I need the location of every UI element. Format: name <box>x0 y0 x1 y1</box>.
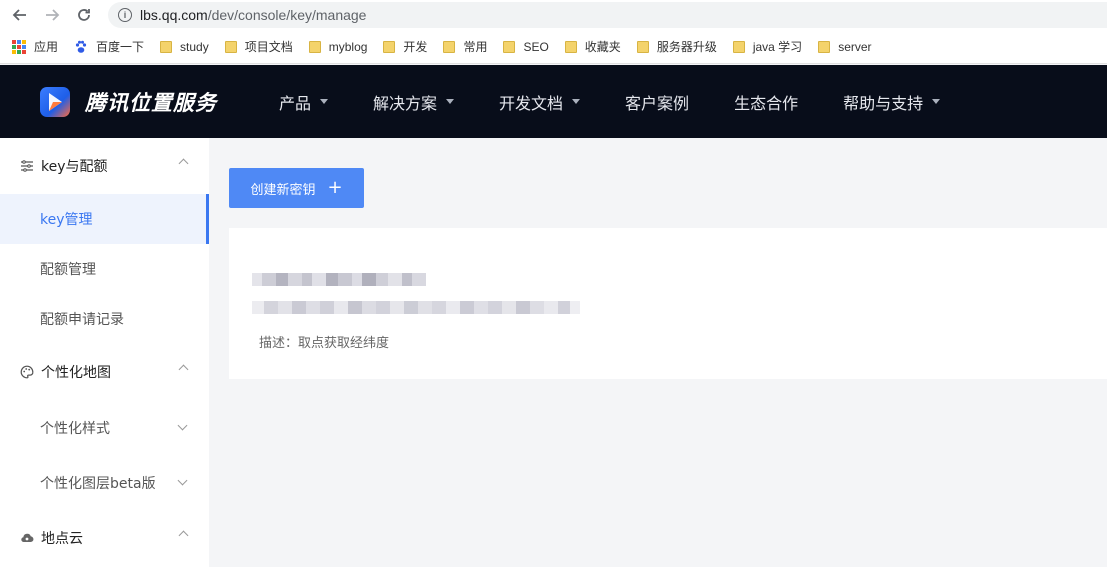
brand-logo[interactable]: 腾讯位置服务 <box>40 86 217 117</box>
key-description: 描述：取点获取经纬度 <box>259 336 390 351</box>
forward-button[interactable] <box>40 3 64 27</box>
palette-icon <box>20 365 34 379</box>
sidebar-group-custom-map[interactable]: 个性化地图 <box>0 344 209 400</box>
bookmarks-bar: 应用 百度一下 study 项目文档 myblog 开发 常用 SEO 收藏夹 … <box>0 30 1107 64</box>
chevron-up-icon <box>178 364 189 375</box>
chevron-up-icon <box>178 158 189 169</box>
bookmark-common[interactable]: 常用 <box>443 38 487 55</box>
blurred-key-value <box>252 301 580 314</box>
chevron-down-icon <box>177 475 188 486</box>
folder-icon <box>732 40 745 53</box>
folder-icon <box>308 40 321 53</box>
folder-icon <box>564 40 577 53</box>
brand-name: 腾讯位置服务 <box>85 90 217 115</box>
bookmark-java[interactable]: java 学习 <box>732 38 802 55</box>
nav-solutions[interactable]: 解决方案 <box>373 65 455 138</box>
bookmark-seo[interactable]: SEO <box>503 40 549 54</box>
chevron-down-icon <box>177 420 188 431</box>
key-card: 描述：取点获取经纬度 <box>229 228 1107 379</box>
caret-down-icon <box>572 99 581 104</box>
arrow-left-icon <box>12 9 26 21</box>
sidebar-item-quota-apply-records[interactable]: 配额申请记录 <box>0 294 209 344</box>
bookmark-project-docs[interactable]: 项目文档 <box>224 38 293 55</box>
folder-icon <box>443 40 456 53</box>
folder-icon <box>818 40 831 53</box>
sidebar-group-place-cloud[interactable]: 地点云 <box>0 510 209 566</box>
nav-dev-docs[interactable]: 开发文档 <box>499 65 581 138</box>
bookmark-study[interactable]: study <box>160 40 209 54</box>
folder-icon <box>636 40 649 53</box>
top-nav: 产品 解决方案 开发文档 客户案例 生态合作 帮助与支持 <box>279 65 985 138</box>
bookmark-dev[interactable]: 开发 <box>383 38 427 55</box>
folder-icon <box>224 40 237 53</box>
apps-grid-icon <box>12 39 26 54</box>
url-field[interactable]: i lbs.qq.com/dev/console/key/manage <box>108 2 1107 28</box>
sidebar-item-custom-layer[interactable]: 个性化图层beta版 <box>0 455 209 510</box>
nav-ecosystem[interactable]: 生态合作 <box>734 65 798 138</box>
site-header: 腾讯位置服务 产品 解决方案 开发文档 客户案例 生态合作 帮助与支持 <box>0 65 1107 138</box>
sidebar-item-key-manage[interactable]: key管理 <box>0 194 209 244</box>
create-key-button[interactable]: 创建新密钥 + <box>229 168 364 208</box>
folder-icon <box>503 40 516 53</box>
cloud-icon <box>20 531 34 545</box>
nav-customer-cases[interactable]: 客户案例 <box>625 65 689 138</box>
info-icon[interactable]: i <box>118 8 132 22</box>
back-button[interactable] <box>8 3 32 27</box>
baidu-icon <box>75 40 87 53</box>
bookmark-server[interactable]: server <box>818 40 872 54</box>
sidebar-group-key-quota[interactable]: key与配额 <box>0 138 209 194</box>
caret-down-icon <box>446 99 455 104</box>
url-host: lbs.qq.com <box>140 7 208 23</box>
browser-address-bar: i lbs.qq.com/dev/console/key/manage <box>0 0 1107 30</box>
plus-icon: + <box>327 177 343 198</box>
caret-down-icon <box>320 99 329 104</box>
bookmark-favorites[interactable]: 收藏夹 <box>564 38 621 55</box>
chevron-up-icon <box>178 530 189 541</box>
nav-help-support[interactable]: 帮助与支持 <box>843 65 941 138</box>
bookmark-apps[interactable]: 应用 <box>12 38 58 55</box>
bookmark-myblog[interactable]: myblog <box>308 40 367 54</box>
bookmark-server-upgrade[interactable]: 服务器升级 <box>636 38 717 55</box>
caret-down-icon <box>932 99 941 104</box>
folder-icon <box>383 40 396 53</box>
blurred-key-name <box>252 273 426 286</box>
folder-icon <box>160 40 173 53</box>
url-path: /dev/console/key/manage <box>207 7 367 23</box>
arrow-right-icon <box>46 9 60 21</box>
nav-products[interactable]: 产品 <box>279 65 329 138</box>
sidebar-item-custom-style[interactable]: 个性化样式 <box>0 400 209 455</box>
logo-mark-icon <box>40 86 70 117</box>
sliders-icon <box>20 159 34 173</box>
sidebar: key与配额 key管理 配额管理 配额申请记录 个性化地图 个性化样式 个性化… <box>0 138 209 567</box>
sidebar-item-quota-manage[interactable]: 配额管理 <box>0 244 209 294</box>
reload-icon <box>78 9 90 21</box>
bookmark-baidu[interactable]: 百度一下 <box>74 38 144 55</box>
reload-button[interactable] <box>72 3 96 27</box>
